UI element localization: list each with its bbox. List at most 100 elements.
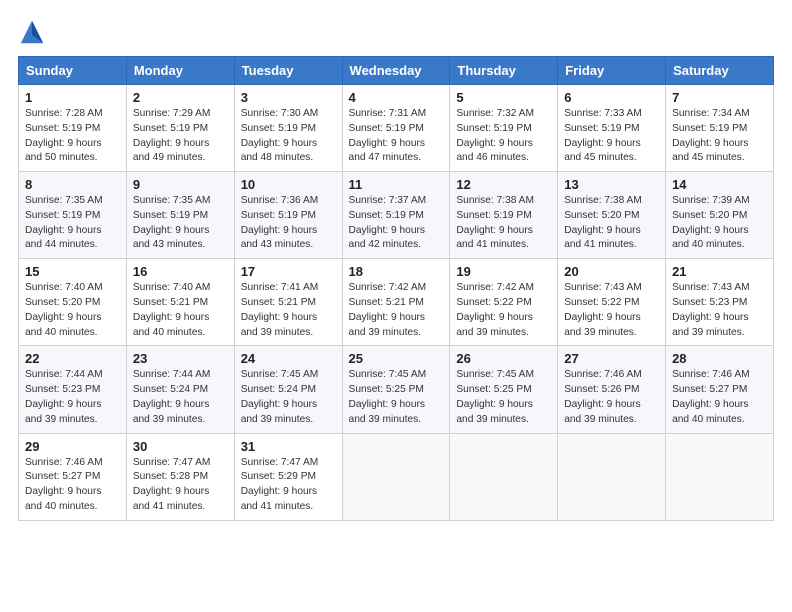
day-cell: 14 Sunrise: 7:39 AM Sunset: 5:20 PM Dayl… [666, 172, 774, 259]
day-info: Sunrise: 7:33 AM Sunset: 5:19 PM Dayligh… [564, 107, 659, 166]
week-row-1: 1 Sunrise: 7:28 AM Sunset: 5:19 PM Dayli… [19, 85, 774, 172]
week-row-5: 29 Sunrise: 7:46 AM Sunset: 5:27 PM Dayl… [19, 433, 774, 520]
day-cell [342, 433, 450, 520]
day-cell: 5 Sunrise: 7:32 AM Sunset: 5:19 PM Dayli… [450, 85, 558, 172]
col-header-sunday: Sunday [19, 57, 127, 85]
day-number: 26 [456, 351, 551, 366]
day-info: Sunrise: 7:45 AM Sunset: 5:25 PM Dayligh… [456, 368, 551, 427]
day-info: Sunrise: 7:43 AM Sunset: 5:22 PM Dayligh… [564, 281, 659, 340]
day-info: Sunrise: 7:39 AM Sunset: 5:20 PM Dayligh… [672, 194, 767, 253]
day-cell: 11 Sunrise: 7:37 AM Sunset: 5:19 PM Dayl… [342, 172, 450, 259]
col-header-friday: Friday [558, 57, 666, 85]
day-number: 15 [25, 264, 120, 279]
day-cell: 9 Sunrise: 7:35 AM Sunset: 5:19 PM Dayli… [126, 172, 234, 259]
day-cell: 25 Sunrise: 7:45 AM Sunset: 5:25 PM Dayl… [342, 346, 450, 433]
day-cell: 6 Sunrise: 7:33 AM Sunset: 5:19 PM Dayli… [558, 85, 666, 172]
day-cell: 8 Sunrise: 7:35 AM Sunset: 5:19 PM Dayli… [19, 172, 127, 259]
day-number: 20 [564, 264, 659, 279]
day-info: Sunrise: 7:28 AM Sunset: 5:19 PM Dayligh… [25, 107, 120, 166]
day-cell: 18 Sunrise: 7:42 AM Sunset: 5:21 PM Dayl… [342, 259, 450, 346]
day-info: Sunrise: 7:44 AM Sunset: 5:23 PM Dayligh… [25, 368, 120, 427]
day-cell: 1 Sunrise: 7:28 AM Sunset: 5:19 PM Dayli… [19, 85, 127, 172]
calendar-header-row: SundayMondayTuesdayWednesdayThursdayFrid… [19, 57, 774, 85]
day-info: Sunrise: 7:30 AM Sunset: 5:19 PM Dayligh… [241, 107, 336, 166]
col-header-monday: Monday [126, 57, 234, 85]
day-number: 3 [241, 90, 336, 105]
day-number: 12 [456, 177, 551, 192]
day-info: Sunrise: 7:41 AM Sunset: 5:21 PM Dayligh… [241, 281, 336, 340]
page: SundayMondayTuesdayWednesdayThursdayFrid… [0, 0, 792, 612]
day-cell: 16 Sunrise: 7:40 AM Sunset: 5:21 PM Dayl… [126, 259, 234, 346]
day-info: Sunrise: 7:37 AM Sunset: 5:19 PM Dayligh… [349, 194, 444, 253]
day-number: 16 [133, 264, 228, 279]
day-number: 23 [133, 351, 228, 366]
day-cell: 22 Sunrise: 7:44 AM Sunset: 5:23 PM Dayl… [19, 346, 127, 433]
day-cell: 23 Sunrise: 7:44 AM Sunset: 5:24 PM Dayl… [126, 346, 234, 433]
day-number: 9 [133, 177, 228, 192]
day-number: 18 [349, 264, 444, 279]
week-row-4: 22 Sunrise: 7:44 AM Sunset: 5:23 PM Dayl… [19, 346, 774, 433]
col-header-tuesday: Tuesday [234, 57, 342, 85]
day-info: Sunrise: 7:35 AM Sunset: 5:19 PM Dayligh… [133, 194, 228, 253]
day-info: Sunrise: 7:44 AM Sunset: 5:24 PM Dayligh… [133, 368, 228, 427]
day-number: 17 [241, 264, 336, 279]
day-number: 24 [241, 351, 336, 366]
day-cell: 21 Sunrise: 7:43 AM Sunset: 5:23 PM Dayl… [666, 259, 774, 346]
day-number: 22 [25, 351, 120, 366]
day-info: Sunrise: 7:35 AM Sunset: 5:19 PM Dayligh… [25, 194, 120, 253]
day-cell [450, 433, 558, 520]
day-number: 1 [25, 90, 120, 105]
day-cell: 13 Sunrise: 7:38 AM Sunset: 5:20 PM Dayl… [558, 172, 666, 259]
day-number: 14 [672, 177, 767, 192]
day-cell: 12 Sunrise: 7:38 AM Sunset: 5:19 PM Dayl… [450, 172, 558, 259]
day-cell: 28 Sunrise: 7:46 AM Sunset: 5:27 PM Dayl… [666, 346, 774, 433]
day-cell [666, 433, 774, 520]
day-cell: 27 Sunrise: 7:46 AM Sunset: 5:26 PM Dayl… [558, 346, 666, 433]
day-info: Sunrise: 7:42 AM Sunset: 5:22 PM Dayligh… [456, 281, 551, 340]
week-row-2: 8 Sunrise: 7:35 AM Sunset: 5:19 PM Dayli… [19, 172, 774, 259]
day-number: 21 [672, 264, 767, 279]
day-info: Sunrise: 7:46 AM Sunset: 5:26 PM Dayligh… [564, 368, 659, 427]
day-info: Sunrise: 7:47 AM Sunset: 5:29 PM Dayligh… [241, 456, 336, 515]
col-header-saturday: Saturday [666, 57, 774, 85]
logo-icon [18, 18, 46, 46]
day-info: Sunrise: 7:45 AM Sunset: 5:24 PM Dayligh… [241, 368, 336, 427]
day-info: Sunrise: 7:45 AM Sunset: 5:25 PM Dayligh… [349, 368, 444, 427]
day-cell: 20 Sunrise: 7:43 AM Sunset: 5:22 PM Dayl… [558, 259, 666, 346]
day-number: 29 [25, 439, 120, 454]
day-number: 5 [456, 90, 551, 105]
day-cell: 4 Sunrise: 7:31 AM Sunset: 5:19 PM Dayli… [342, 85, 450, 172]
day-number: 19 [456, 264, 551, 279]
day-number: 30 [133, 439, 228, 454]
day-cell: 2 Sunrise: 7:29 AM Sunset: 5:19 PM Dayli… [126, 85, 234, 172]
day-info: Sunrise: 7:40 AM Sunset: 5:21 PM Dayligh… [133, 281, 228, 340]
day-number: 31 [241, 439, 336, 454]
day-info: Sunrise: 7:47 AM Sunset: 5:28 PM Dayligh… [133, 456, 228, 515]
day-info: Sunrise: 7:40 AM Sunset: 5:20 PM Dayligh… [25, 281, 120, 340]
day-info: Sunrise: 7:29 AM Sunset: 5:19 PM Dayligh… [133, 107, 228, 166]
calendar-table: SundayMondayTuesdayWednesdayThursdayFrid… [18, 56, 774, 521]
day-number: 28 [672, 351, 767, 366]
day-cell: 3 Sunrise: 7:30 AM Sunset: 5:19 PM Dayli… [234, 85, 342, 172]
day-info: Sunrise: 7:38 AM Sunset: 5:20 PM Dayligh… [564, 194, 659, 253]
day-cell: 31 Sunrise: 7:47 AM Sunset: 5:29 PM Dayl… [234, 433, 342, 520]
day-cell: 7 Sunrise: 7:34 AM Sunset: 5:19 PM Dayli… [666, 85, 774, 172]
logo [18, 18, 50, 46]
day-cell: 17 Sunrise: 7:41 AM Sunset: 5:21 PM Dayl… [234, 259, 342, 346]
day-number: 27 [564, 351, 659, 366]
day-number: 8 [25, 177, 120, 192]
day-cell: 26 Sunrise: 7:45 AM Sunset: 5:25 PM Dayl… [450, 346, 558, 433]
day-number: 11 [349, 177, 444, 192]
day-number: 7 [672, 90, 767, 105]
day-cell: 29 Sunrise: 7:46 AM Sunset: 5:27 PM Dayl… [19, 433, 127, 520]
day-info: Sunrise: 7:32 AM Sunset: 5:19 PM Dayligh… [456, 107, 551, 166]
day-cell: 15 Sunrise: 7:40 AM Sunset: 5:20 PM Dayl… [19, 259, 127, 346]
header [18, 18, 774, 46]
day-info: Sunrise: 7:43 AM Sunset: 5:23 PM Dayligh… [672, 281, 767, 340]
day-cell: 10 Sunrise: 7:36 AM Sunset: 5:19 PM Dayl… [234, 172, 342, 259]
col-header-thursday: Thursday [450, 57, 558, 85]
day-number: 10 [241, 177, 336, 192]
day-info: Sunrise: 7:46 AM Sunset: 5:27 PM Dayligh… [672, 368, 767, 427]
day-info: Sunrise: 7:36 AM Sunset: 5:19 PM Dayligh… [241, 194, 336, 253]
day-info: Sunrise: 7:46 AM Sunset: 5:27 PM Dayligh… [25, 456, 120, 515]
